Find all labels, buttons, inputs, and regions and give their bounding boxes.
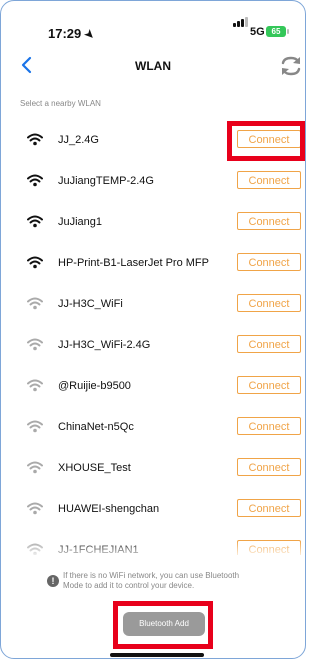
location-arrow-icon: ➤ — [82, 27, 98, 43]
network-ssid: JJ_2.4G — [58, 134, 99, 146]
network-ssid: JuJiang1 — [58, 216, 103, 228]
list-item[interactable]: HP-Print-B1-LaserJet Pro MFP Connect — [1, 243, 305, 284]
wifi-signal-icon — [27, 461, 43, 474]
network-ssid: JuJiangTEMP-2.4G — [58, 175, 154, 187]
phone-frame: 17:29➤ 5G 65 WLAN Select a nearby WLAN J… — [0, 0, 306, 659]
network-ssid: JJ-H3C_WiFi-2.4G — [58, 339, 151, 351]
wifi-signal-icon — [27, 502, 43, 515]
list-item[interactable]: JJ-H3C_WiFi-2.4G Connect — [1, 325, 305, 366]
network-type: 5G — [250, 26, 265, 38]
connect-button[interactable]: Connect — [237, 130, 301, 148]
bluetooth-add-button[interactable]: Bluetooth Add — [123, 612, 205, 636]
list-item[interactable]: HUAWEI-shengchan Connect — [1, 489, 305, 530]
connect-button[interactable]: Connect — [237, 212, 301, 230]
battery-icon: 65 — [266, 26, 289, 37]
wifi-signal-icon — [27, 420, 43, 433]
list-fade — [1, 541, 305, 559]
list-item[interactable]: JJ_2.4G Connect — [1, 120, 305, 161]
network-ssid: @Ruijie-b9500 — [58, 380, 131, 392]
page-title: WLAN — [135, 59, 171, 73]
wifi-network-list: JJ_2.4G Connect JuJiangTEMP-2.4G Connect JuJ… — [1, 120, 305, 555]
bluetooth-hint-text: If there is no WiFi network, you can use… — [63, 571, 240, 590]
nav-header: WLAN — [1, 49, 305, 83]
wifi-signal-icon — [27, 174, 43, 187]
list-item[interactable]: JJ-H3C_WiFi Connect — [1, 284, 305, 325]
wifi-signal-icon — [27, 133, 43, 146]
list-item[interactable]: @Ruijie-b9500 Connect — [1, 366, 305, 407]
wifi-signal-icon — [27, 379, 43, 392]
status-bar: 17:29➤ 5G 65 — [1, 1, 305, 45]
network-ssid: JJ-H3C_WiFi — [58, 298, 123, 310]
home-indicator — [110, 653, 204, 657]
connect-button[interactable]: Connect — [237, 417, 301, 435]
connect-button[interactable]: Connect — [237, 376, 301, 394]
list-item[interactable]: JuJiangTEMP-2.4G Connect — [1, 161, 305, 202]
info-icon: ! — [47, 575, 59, 587]
wifi-signal-icon — [27, 338, 43, 351]
time-label: 17:29 — [48, 26, 82, 41]
wifi-signal-icon — [27, 256, 43, 269]
connect-button[interactable]: Connect — [237, 499, 301, 517]
network-ssid: ChinaNet-n5Qc — [58, 421, 134, 433]
list-item[interactable]: ChinaNet-n5Qc Connect — [1, 407, 305, 448]
wifi-signal-icon — [27, 215, 43, 228]
connect-button[interactable]: Connect — [237, 335, 301, 353]
connect-button[interactable]: Connect — [237, 171, 301, 189]
network-ssid: XHOUSE_Test — [58, 462, 131, 474]
refresh-icon[interactable] — [279, 54, 303, 78]
connect-button[interactable]: Connect — [237, 294, 301, 312]
network-ssid: HUAWEI-shengchan — [58, 503, 160, 515]
connect-button[interactable]: Connect — [237, 253, 301, 271]
list-item[interactable]: JuJiang1 Connect — [1, 202, 305, 243]
status-time: 17:29➤ — [48, 26, 97, 42]
section-label: Select a nearby WLAN — [20, 99, 101, 108]
list-item[interactable]: XHOUSE_Test Connect — [1, 448, 305, 489]
wifi-signal-icon — [27, 297, 43, 310]
network-ssid: HP-Print-B1-LaserJet Pro MFP — [58, 257, 209, 269]
connect-button[interactable]: Connect — [237, 458, 301, 476]
